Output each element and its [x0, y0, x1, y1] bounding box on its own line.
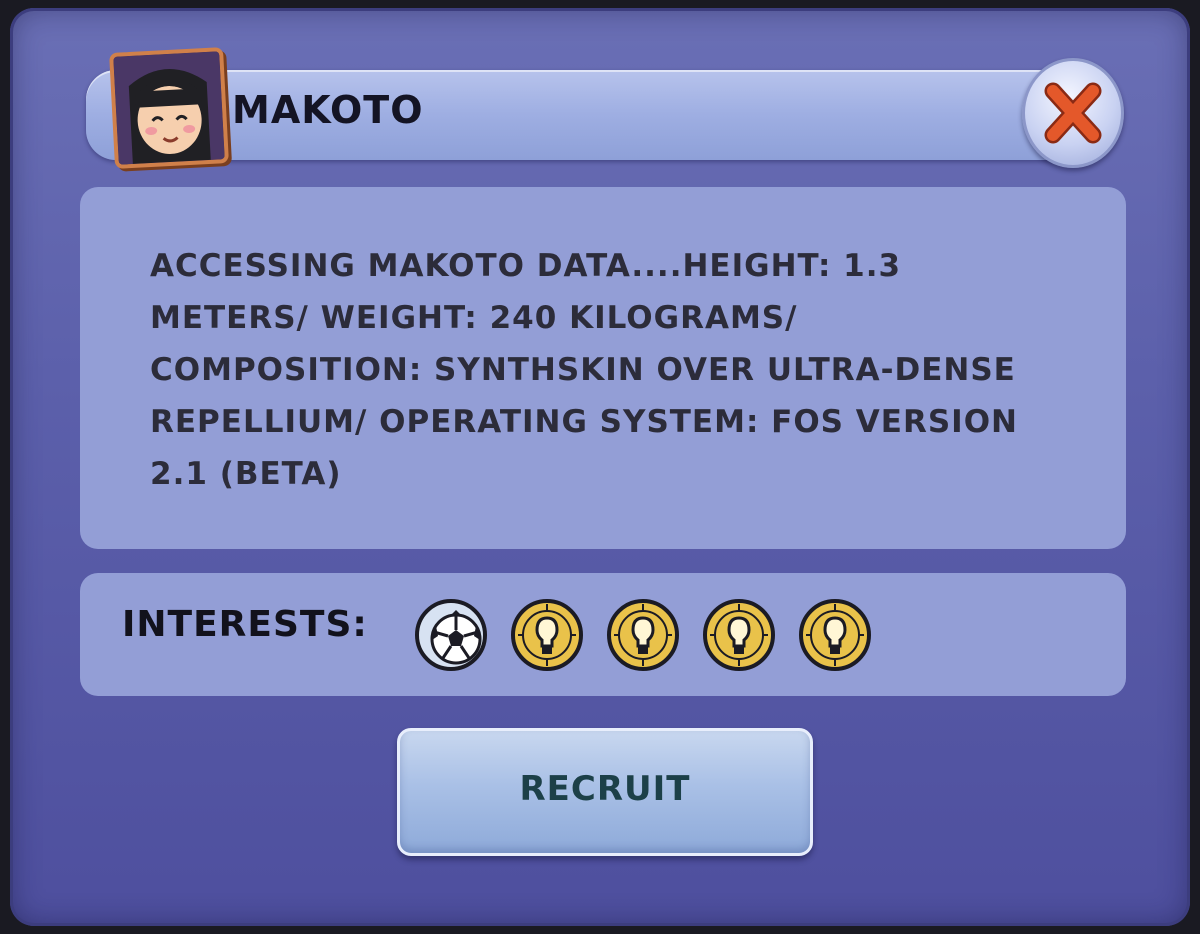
lightbulb-icon: [606, 596, 680, 674]
close-icon: [1044, 82, 1102, 144]
soccer-ball-icon: [414, 596, 488, 674]
recruit-button[interactable]: RECRUIT: [397, 728, 813, 856]
recruit-button-label: RECRUIT: [519, 769, 691, 809]
character-name: MAKOTO: [232, 88, 424, 132]
lightbulb-icon: [798, 596, 872, 674]
makoto-avatar: [109, 47, 229, 169]
lightbulb-icon: [510, 596, 584, 674]
close-button[interactable]: [1022, 58, 1124, 168]
interests-label: INTERESTS:: [122, 604, 368, 645]
lightbulb-icon: [702, 596, 776, 674]
avatar-portrait-icon: [113, 51, 225, 165]
character-description: ACCESSING MAKOTO DATA....HEIGHT: 1.3 MET…: [150, 248, 1018, 492]
